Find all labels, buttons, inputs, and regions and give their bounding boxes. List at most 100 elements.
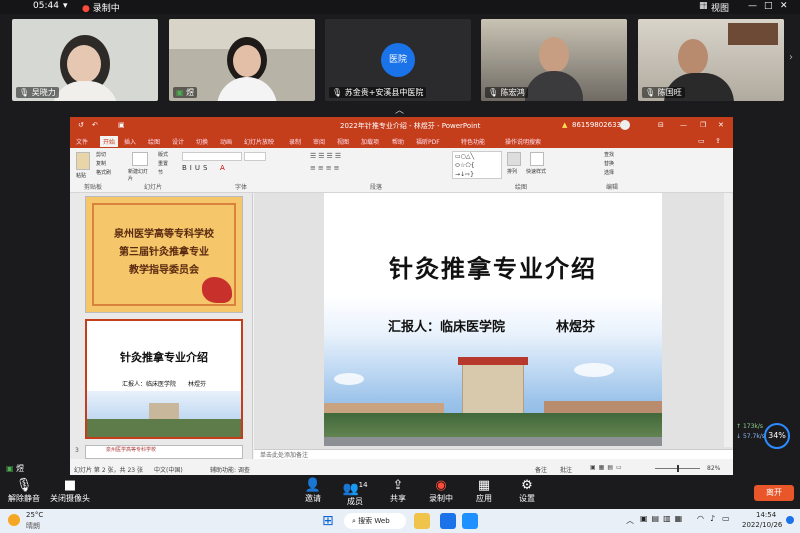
account-avatar[interactable] bbox=[620, 120, 630, 130]
find-button[interactable]: 查找 bbox=[604, 151, 614, 158]
taskbar-search[interactable]: ⌕ 搜索 Web bbox=[344, 513, 406, 529]
font-name-select[interactable] bbox=[182, 152, 242, 161]
font-color-icon[interactable]: A bbox=[220, 164, 225, 172]
undo-icon[interactable]: ↶ bbox=[92, 121, 98, 129]
ribbon-tab[interactable]: 切换 bbox=[196, 137, 208, 146]
weather-desc[interactable]: 晴朗 bbox=[26, 521, 40, 531]
minimize-icon[interactable]: — bbox=[680, 121, 687, 129]
zoom-slider-thumb[interactable] bbox=[677, 465, 679, 472]
align-buttons[interactable]: ≡≡≡≡ bbox=[310, 164, 341, 172]
format-painter-button[interactable]: 格式刷 bbox=[96, 169, 111, 176]
maximize-icon[interactable]: □ bbox=[764, 1, 773, 11]
quick-styles-button[interactable] bbox=[530, 152, 544, 166]
paste-button[interactable] bbox=[76, 152, 90, 170]
comments-toggle[interactable]: 批注 bbox=[560, 465, 572, 474]
font-size-select[interactable] bbox=[244, 152, 266, 161]
participant-tile-2[interactable]: ▣ 煜 bbox=[169, 19, 315, 101]
participant-tile-5[interactable]: 🎙 陈国旺 bbox=[638, 19, 784, 101]
ribbon-tab[interactable]: 绘图 bbox=[148, 137, 160, 146]
share-icon[interactable]: ⇪ bbox=[715, 137, 721, 145]
volume-icon[interactable]: ♪ bbox=[710, 514, 715, 523]
ribbon-tab[interactable]: 福昕PDF bbox=[416, 137, 440, 146]
zoom-level[interactable]: 82% bbox=[707, 465, 720, 472]
section-button[interactable]: 节 bbox=[158, 169, 163, 176]
chevron-down-icon[interactable]: ▾ bbox=[63, 1, 68, 11]
ribbon-tab[interactable]: 视图 bbox=[337, 137, 349, 146]
ribbon-tab[interactable]: 录制 bbox=[289, 137, 301, 146]
ribbon-search[interactable]: 操作说明搜索 bbox=[505, 137, 541, 146]
ribbon-tab[interactable]: 文件 bbox=[76, 137, 88, 146]
unmute-button[interactable]: 🎙 解除静音 bbox=[2, 478, 46, 508]
paragraph-buttons[interactable]: ☰☰☰☰ bbox=[310, 152, 343, 160]
save-icon[interactable]: ▣ bbox=[118, 121, 125, 129]
ribbon-tab[interactable]: 审阅 bbox=[313, 137, 325, 146]
close-icon[interactable]: ✕ bbox=[780, 1, 788, 11]
camera-off-button[interactable]: ■ 关闭摄像头 bbox=[48, 478, 92, 508]
quick-styles-label[interactable]: 快速样式 bbox=[526, 168, 546, 175]
file-explorer-icon[interactable] bbox=[414, 513, 430, 529]
copy-button[interactable]: 复制 bbox=[96, 160, 106, 167]
restore-icon[interactable]: ❐ bbox=[700, 121, 706, 129]
view-buttons[interactable]: ▣▦▤▭ bbox=[590, 464, 625, 471]
participant-tile-3[interactable]: 医院 🎙 苏金贵+安溪县中医院 bbox=[325, 19, 471, 101]
tray-icons[interactable]: ▣▤▥▦ bbox=[640, 514, 686, 523]
battery-icon[interactable]: ▭ bbox=[722, 514, 730, 523]
new-slide-label[interactable]: 新建幻灯片 bbox=[128, 168, 152, 182]
vertical-scrollbar[interactable] bbox=[724, 193, 732, 447]
slide-thumbnail-1[interactable]: 1 泉州医学高等专科学校 第三届针灸推拿专业 教学指导委员会 bbox=[85, 196, 243, 313]
video-app-icon[interactable] bbox=[462, 513, 478, 529]
arrange-label[interactable]: 排列 bbox=[507, 168, 517, 175]
replace-button[interactable]: 替换 bbox=[604, 160, 614, 167]
share-button[interactable]: ⇪ 共享 bbox=[378, 478, 418, 508]
tencent-meeting-icon[interactable] bbox=[440, 513, 456, 529]
notes-toggle[interactable]: 备注 bbox=[535, 465, 547, 474]
ribbon-tab[interactable]: 插入 bbox=[124, 137, 136, 146]
layout-button[interactable]: 版式 bbox=[158, 151, 168, 158]
members-button[interactable]: 👥14 成员 bbox=[335, 478, 375, 508]
shapes-gallery[interactable]: ▭○△╲ ⬭☆⬠{→↓⇨} bbox=[452, 151, 502, 179]
collapse-icon[interactable]: ︿ bbox=[395, 103, 404, 116]
arrange-button[interactable] bbox=[507, 152, 521, 166]
current-slide[interactable]: 针灸推拿专业介绍 汇报人：临床医学院 林煜芬 bbox=[324, 193, 662, 446]
slide-thumbnail-3[interactable]: 泉州医学高等专科学校 bbox=[85, 445, 243, 459]
apps-button[interactable]: ▦ 应用 bbox=[464, 478, 504, 508]
font-style-buttons[interactable]: BIUS bbox=[182, 164, 210, 172]
notification-icon[interactable] bbox=[786, 516, 794, 524]
view-label[interactable]: 视图 bbox=[711, 1, 729, 14]
autosave-icon[interactable]: ↺ bbox=[78, 121, 84, 129]
participant-tile-4[interactable]: 🎙 陈宏鸿 bbox=[481, 19, 627, 101]
ribbon-tab[interactable]: 动画 bbox=[220, 137, 232, 146]
grid-view-icon[interactable]: ▦ bbox=[699, 1, 708, 11]
ribbon-tab[interactable]: 加载项 bbox=[361, 137, 379, 146]
paste-label[interactable]: 粘贴 bbox=[76, 172, 86, 179]
comment-icon[interactable]: ▭ bbox=[698, 137, 705, 145]
wifi-icon[interactable]: ◠ bbox=[697, 514, 704, 523]
cut-button[interactable]: 剪切 bbox=[96, 151, 106, 158]
close-icon[interactable]: ✕ bbox=[718, 121, 724, 129]
ribbon-tab[interactable]: 设计 bbox=[172, 137, 184, 146]
notes-pane[interactable]: 单击此处添加备注 bbox=[254, 449, 733, 459]
ribbon-display-icon[interactable]: ⊟ bbox=[658, 121, 664, 129]
ribbon-tab[interactable]: 开始 bbox=[100, 136, 119, 147]
participant-tile-1[interactable]: 🎙 吴晓力 bbox=[12, 19, 158, 101]
accessibility[interactable]: 辅助功能: 调查 bbox=[210, 465, 250, 474]
windows-start-icon[interactable]: ⊞ bbox=[322, 513, 334, 529]
weather-temp[interactable]: 25°C bbox=[26, 511, 43, 519]
weather-icon[interactable] bbox=[8, 514, 20, 526]
settings-button[interactable]: ⚙ 设置 bbox=[507, 478, 547, 508]
ribbon-tab[interactable]: 幻灯片放映 bbox=[244, 137, 274, 146]
next-page-icon[interactable]: › bbox=[789, 52, 793, 63]
clock-date[interactable]: 2022/10/26 bbox=[742, 521, 782, 529]
minimize-icon[interactable]: — bbox=[748, 1, 757, 11]
reset-button[interactable]: 重置 bbox=[158, 160, 168, 167]
tray-expand-icon[interactable]: ︿ bbox=[626, 515, 634, 526]
slide-thumbnail-2[interactable]: 2 针灸推拿专业介绍 汇报人：临床医学院 林煜芬 bbox=[85, 319, 243, 439]
ribbon-tab[interactable]: 帮助 bbox=[392, 137, 404, 146]
recording-button[interactable]: ◉ 录制中 bbox=[421, 478, 461, 508]
ribbon-tab[interactable]: 特色功能 bbox=[461, 137, 485, 146]
select-button[interactable]: 选择 bbox=[604, 169, 614, 176]
clock-time[interactable]: 14:54 bbox=[756, 511, 776, 519]
new-slide-button[interactable] bbox=[132, 152, 148, 166]
invite-button[interactable]: 👤 邀请 bbox=[293, 478, 333, 508]
leave-button[interactable]: 离开 bbox=[754, 485, 794, 501]
